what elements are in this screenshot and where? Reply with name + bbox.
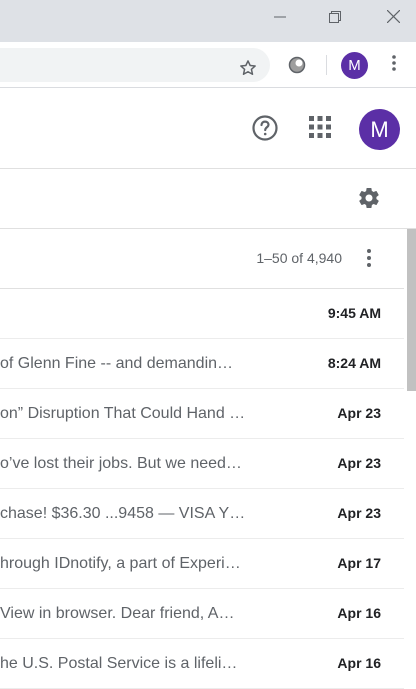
account-avatar[interactable]: M: [359, 109, 400, 150]
email-list: 9:45 AM of Glenn Fine -- and demandin… 8…: [0, 289, 404, 689]
email-row[interactable]: o’ve lost their jobs. But we need… Apr 2…: [0, 439, 404, 489]
email-row[interactable]: View in browser. Dear friend, A… Apr 16: [0, 589, 404, 639]
email-row[interactable]: he U.S. Postal Service is a lifeli… Apr …: [0, 639, 404, 689]
restore-icon: [329, 10, 341, 28]
email-row[interactable]: chase! $36.30 ...9458 — VISA Y… Apr 23: [0, 489, 404, 539]
email-time: 9:45 AM: [327, 305, 381, 321]
more-options-button[interactable]: [356, 247, 382, 273]
apps-grid-icon: [309, 115, 331, 143]
email-snippet: on” Disruption That Could Hand …: [0, 405, 246, 422]
bookmark-star-icon[interactable]: [236, 56, 260, 80]
more-vert-icon: [367, 248, 371, 272]
email-time: 8:24 AM: [327, 355, 381, 371]
email-time: Apr 23: [337, 405, 381, 421]
minimize-icon: [274, 10, 286, 28]
help-button[interactable]: [250, 114, 280, 147]
pagination-label: 1–50 of 4,940: [256, 250, 342, 266]
email-time: Apr 16: [337, 605, 381, 621]
close-button[interactable]: [370, 0, 416, 38]
browser-menu-button[interactable]: [384, 53, 404, 77]
email-snippet: hrough IDnotify, a part of Experi…: [0, 555, 241, 572]
browser-titlebar: [0, 0, 416, 42]
email-snippet: View in browser. Dear friend, A…: [0, 605, 235, 622]
help-icon: [251, 114, 279, 147]
email-time: Apr 16: [337, 655, 381, 671]
toolbar-divider: [326, 55, 327, 75]
email-snippet: he U.S. Postal Service is a lifeli…: [0, 655, 238, 672]
close-icon: [386, 9, 400, 28]
email-time: Apr 23: [337, 455, 381, 471]
search-row: [0, 170, 416, 229]
email-row[interactable]: 9:45 AM: [0, 289, 404, 339]
address-bar[interactable]: [0, 48, 270, 82]
browser-profile-avatar[interactable]: M: [341, 52, 368, 79]
email-time: Apr 17: [337, 555, 381, 571]
email-row[interactable]: hrough IDnotify, a part of Experi… Apr 1…: [0, 539, 404, 589]
email-snippet: chase! $36.30 ...9458 — VISA Y…: [0, 505, 246, 522]
email-snippet: o’ve lost their jobs. But we need…: [0, 455, 242, 472]
google-apps-button[interactable]: [306, 115, 334, 143]
email-time: Apr 23: [337, 505, 381, 521]
scrollbar-thumb[interactable]: [407, 229, 416, 391]
settings-button[interactable]: [355, 186, 383, 214]
gmail-header: M: [0, 88, 416, 169]
email-snippet: of Glenn Fine -- and demandin…: [0, 355, 234, 372]
browser-toolbar: M: [0, 42, 416, 88]
more-vert-icon: [392, 54, 396, 76]
extension-icon[interactable]: [286, 54, 308, 76]
mail-list-toolbar: 1–50 of 4,940: [0, 229, 404, 289]
gear-icon: [357, 186, 381, 215]
email-row[interactable]: of Glenn Fine -- and demandin… 8:24 AM: [0, 339, 404, 389]
minimize-button[interactable]: [257, 0, 303, 38]
email-row[interactable]: on” Disruption That Could Hand … Apr 23: [0, 389, 404, 439]
restore-button[interactable]: [312, 0, 358, 38]
